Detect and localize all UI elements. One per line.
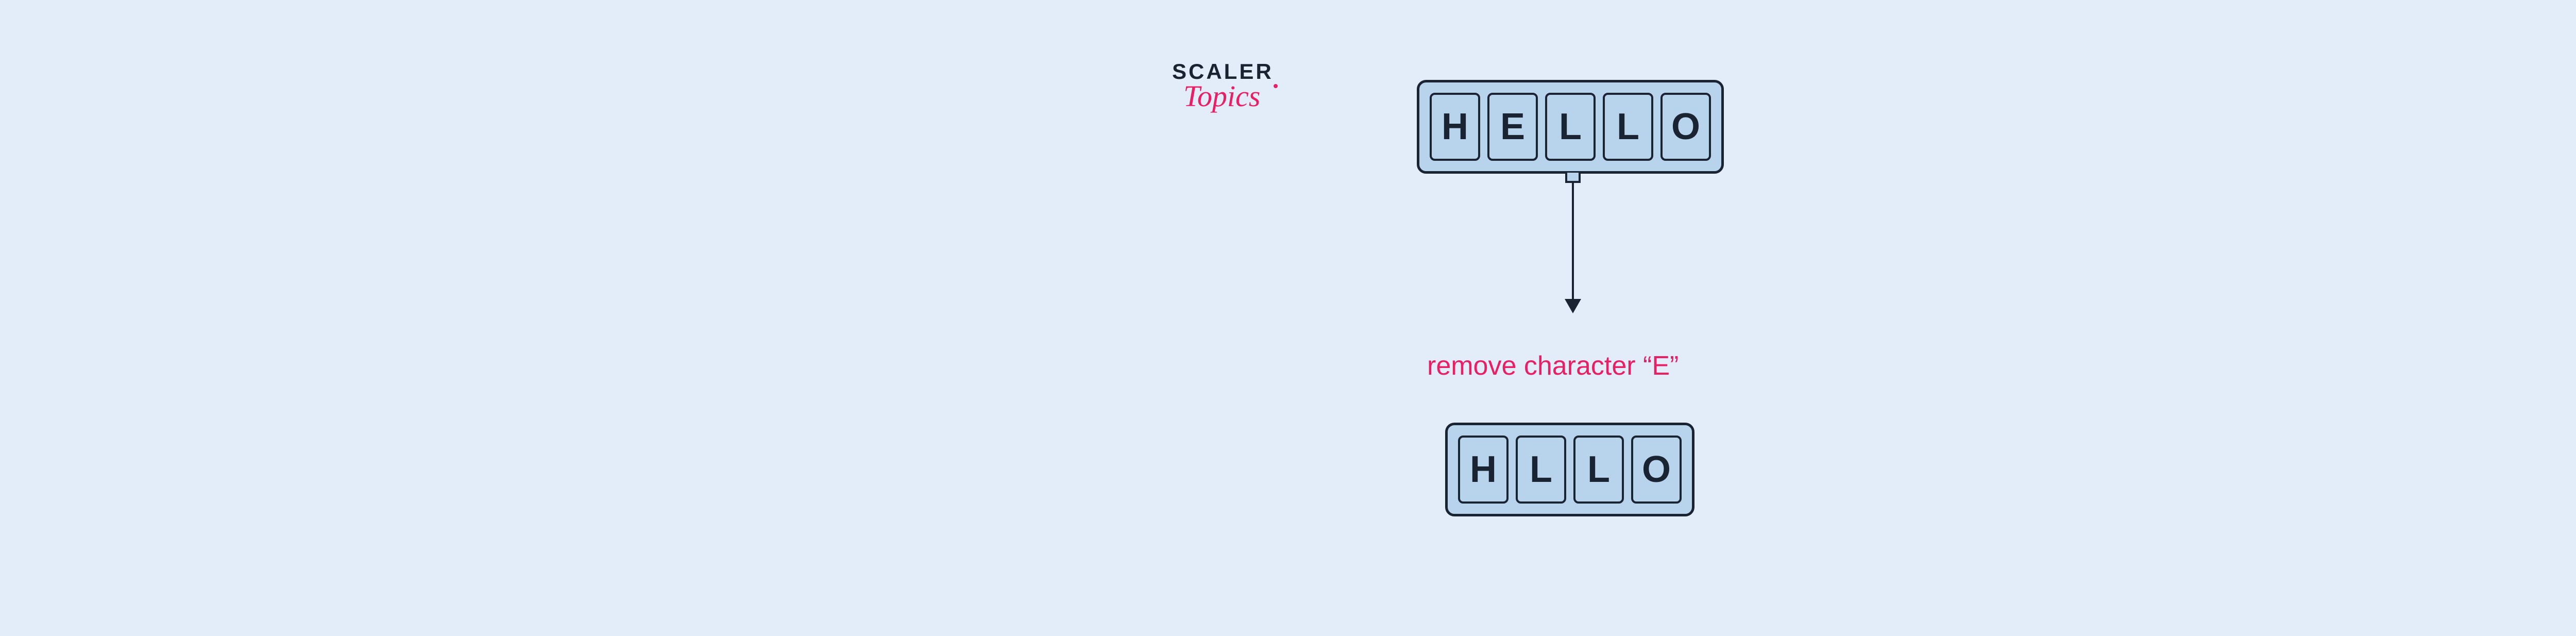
char-cell: O: [1660, 93, 1711, 161]
output-string-box: H L L O: [1445, 423, 1694, 516]
char-cell: O: [1631, 436, 1682, 504]
char-cell: L: [1573, 436, 1624, 504]
char-cell: L: [1516, 436, 1566, 504]
char-cell: L: [1545, 93, 1596, 161]
operation-label: remove character “E”: [1427, 350, 1679, 381]
char-cell: E: [1487, 93, 1538, 161]
logo-dot-icon: [1274, 84, 1278, 88]
diagram-canvas: SCALER Topics H E L L O remove character…: [1118, 0, 1973, 636]
logo-text-topics: Topics: [1183, 79, 1274, 113]
scaler-topics-logo: SCALER Topics: [1172, 59, 1274, 113]
arrow-head-icon: [1565, 299, 1581, 313]
char-cell: H: [1458, 436, 1509, 504]
char-cell: L: [1603, 93, 1653, 161]
char-cell: H: [1430, 93, 1480, 161]
arrow-line-icon: [1572, 183, 1574, 302]
input-string-box: H E L L O: [1417, 80, 1724, 174]
connector-stub-icon: [1565, 173, 1581, 183]
